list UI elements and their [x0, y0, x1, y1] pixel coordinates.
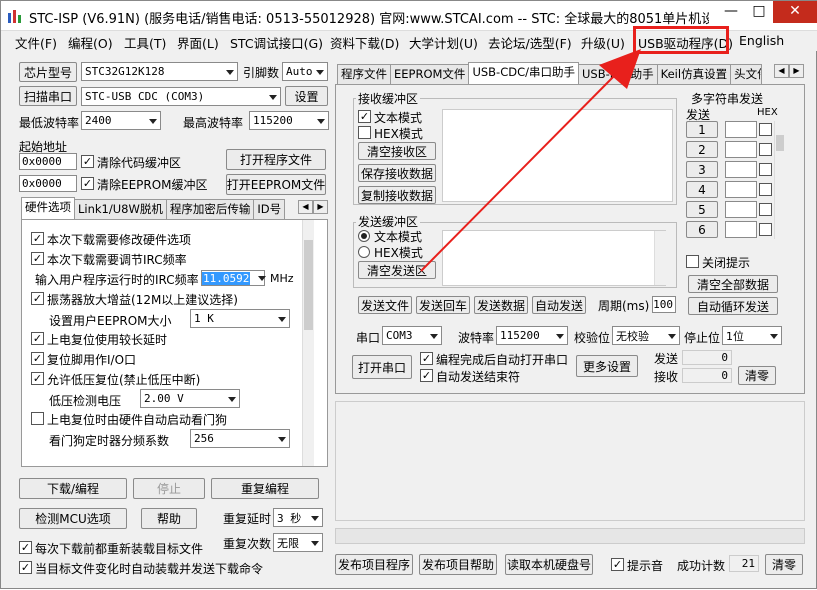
annotation-arrow-icon: [420, 49, 641, 272]
tab-hardware-options[interactable]: 硬件选项: [21, 197, 75, 219]
app-window: STC-ISP (V6.91N) (服务电话/销售电话: 0513-550129…: [0, 0, 817, 589]
tab-usb-cdc-serial[interactable]: USB-CDC/串口助手: [468, 62, 579, 84]
